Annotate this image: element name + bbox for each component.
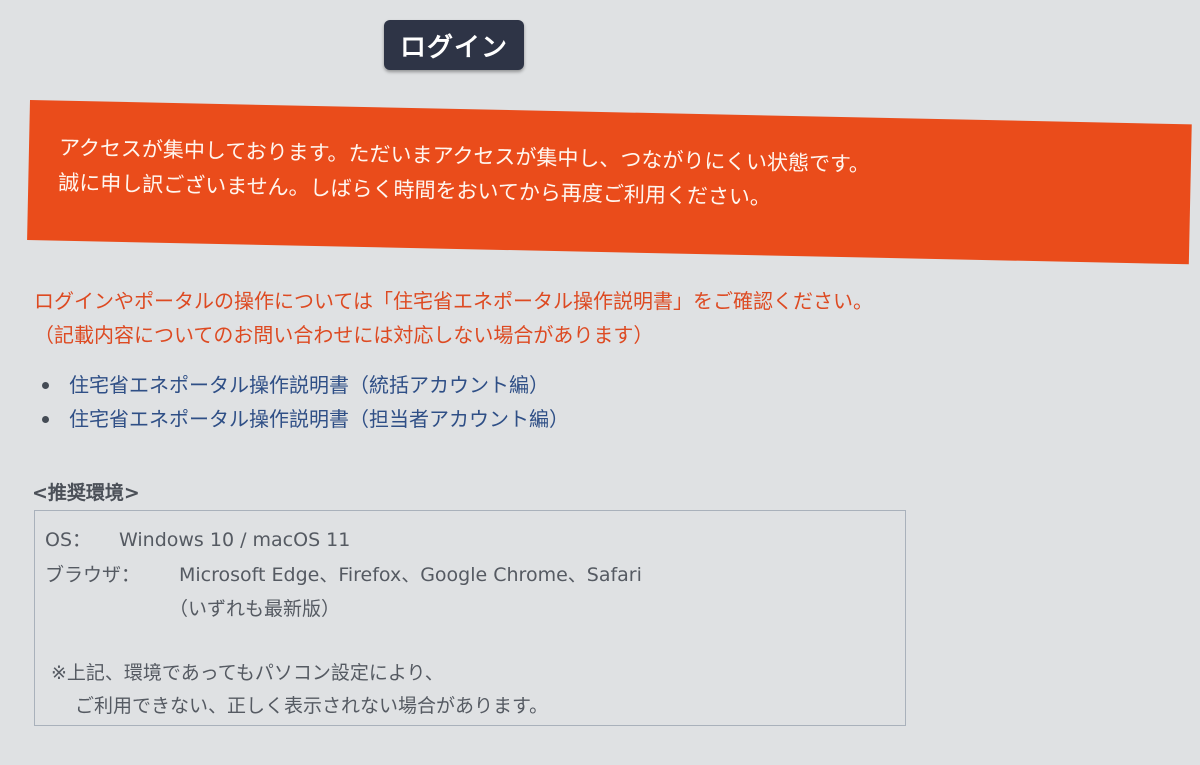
manual-link-staff-account[interactable]: 住宅省エネポータル操作説明書（担当者アカウント編）	[69, 402, 569, 436]
list-item: 住宅省エネポータル操作説明書（担当者アカウント編）	[42, 402, 569, 436]
list-item: 住宅省エネポータル操作説明書（統括アカウント編）	[42, 368, 569, 402]
access-alert-banner: アクセスが集中しております。ただいまアクセスが集中し、つながりにくい状態です。 …	[27, 100, 1192, 265]
caution-line-2: ご利用できない、正しく表示されない場合があります。	[75, 695, 549, 717]
os-label: OS：	[45, 529, 92, 551]
browser-label: ブラウザ：	[45, 564, 141, 586]
login-button[interactable]: ログイン	[384, 20, 524, 70]
manual-notice: ログインやポータルの操作については「住宅省エネポータル操作説明書」をご確認くださ…	[34, 284, 873, 352]
notice-line-1: ログインやポータルの操作については「住宅省エネポータル操作説明書」をご確認くださ…	[34, 289, 873, 313]
manual-link-general-account[interactable]: 住宅省エネポータル操作説明書（統括アカウント編）	[69, 368, 549, 402]
browser-row: ブラウザ： Microsoft Edge、Firefox、Google Chrom…	[45, 560, 642, 587]
browser-value: Microsoft Edge、Firefox、Google Chrome、Saf…	[179, 564, 642, 586]
notice-line-2: （記載内容についてのお問い合わせには対応しない場合があります）	[34, 323, 654, 347]
os-row: OS： Windows 10 / macOS 11	[45, 525, 350, 552]
os-value: Windows 10 / macOS 11	[119, 529, 351, 551]
caution-line-1: ※上記、環境であってもパソコン設定により、	[51, 662, 444, 684]
manual-link-list: 住宅省エネポータル操作説明書（統括アカウント編） 住宅省エネポータル操作説明書（…	[42, 368, 569, 436]
bullet-icon	[42, 415, 49, 423]
browser-note: （いずれも最新版）	[169, 598, 341, 620]
recommended-environment-box: OS： Windows 10 / macOS 11 ブラウザ： Microsoft …	[34, 510, 906, 726]
recommended-environment-heading: <推奨環境>	[32, 482, 140, 504]
bullet-icon	[42, 381, 49, 389]
